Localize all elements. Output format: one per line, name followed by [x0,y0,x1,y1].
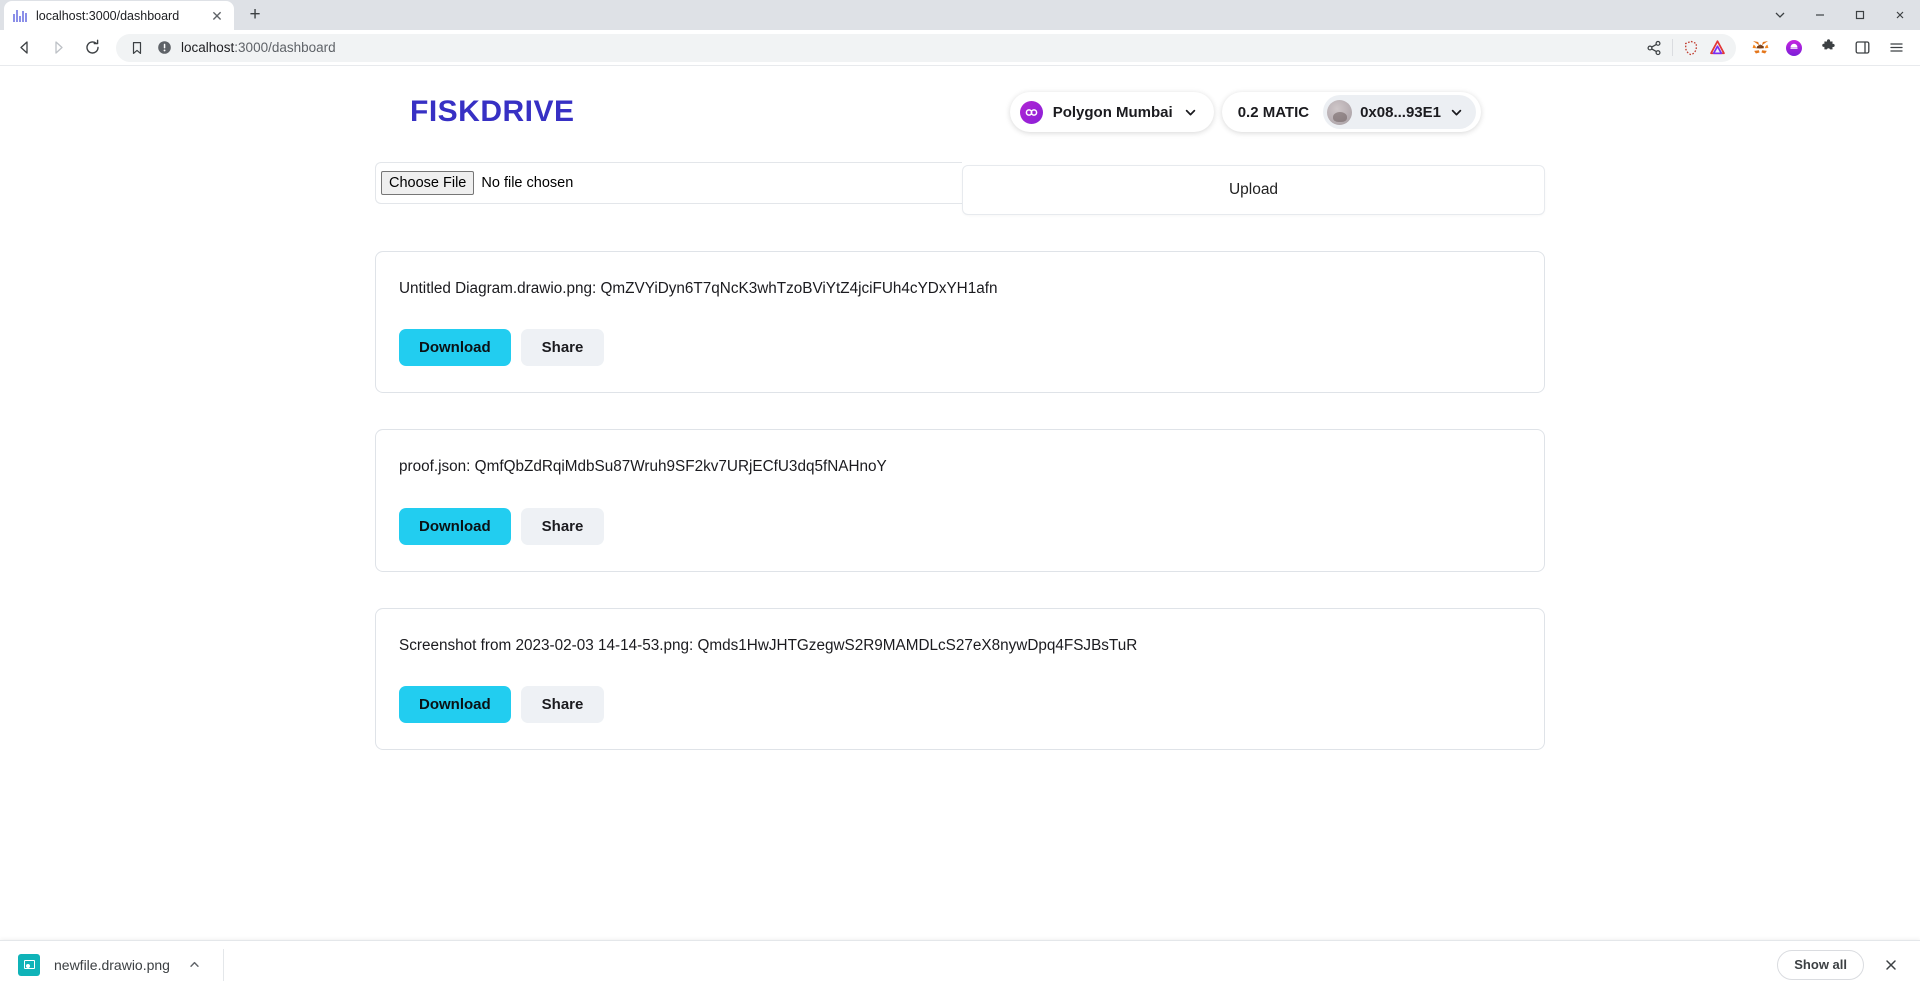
browser-tab[interactable]: localhost:3000/dashboard ✕ [4,1,234,30]
back-arrow-icon[interactable] [8,32,40,64]
file-card-title: Screenshot from 2023-02-03 14-14-53.png:… [399,636,1138,654]
tab-search-button[interactable] [1760,0,1800,30]
network-selector[interactable]: Polygon Mumbai [1009,92,1214,132]
choose-file-button[interactable]: Choose File [381,170,475,196]
omnibox-path: :3000/dashboard [234,40,336,55]
share-button[interactable]: Share [520,329,605,367]
chevron-down-icon [1183,105,1198,120]
wallet-address: 0x08...93E1 [1360,103,1441,121]
omnibox-host: localhost [181,40,235,55]
download-item[interactable]: newfile.drawio.png [18,953,223,976]
reload-icon[interactable] [76,32,108,64]
show-all-button[interactable]: Show all [1777,949,1864,980]
file-card-actions: Download Share [399,329,1521,367]
file-input[interactable]: Choose File No file chosen [375,162,962,204]
tab-title: localhost:3000/dashboard [36,8,180,23]
shelf-actions: Show all [1777,949,1902,980]
share-button[interactable]: Share [520,686,605,724]
file-card-actions: Download Share [399,686,1521,724]
browser-window: localhost:3000/dashboard ✕ + localhost:3… [0,0,1920,988]
window-controls [1760,0,1920,30]
download-button[interactable]: Download [399,686,511,724]
app-header: FISKDRIVE Polygon Mumbai 0.2 MATIC 0x08.… [0,66,1920,138]
file-card-actions: Download Share [399,507,1521,545]
page-viewport: FISKDRIVE Polygon Mumbai 0.2 MATIC 0x08.… [0,66,1920,988]
polygon-network-icon [1019,100,1043,124]
file-card: proof.json: QmfQbZdRqiMdbSu87Wruh9SF2kv7… [375,429,1545,572]
puzzle-piece-icon[interactable] [1812,32,1844,64]
metamask-fox-icon[interactable] [1744,32,1776,64]
download-file-name: newfile.drawio.png [54,956,170,973]
file-card-title: Untitled Diagram.drawio.png: QmZVYiDyn6T… [399,280,998,297]
purple-extension-icon[interactable] [1778,32,1810,64]
divider [222,948,224,981]
maximize-button[interactable] [1840,0,1880,30]
address-bar[interactable]: localhost:3000/dashboard [116,33,1736,62]
image-file-icon [18,953,40,976]
app-logo[interactable]: FISKDRIVE [410,95,575,129]
close-icon[interactable] [1880,954,1902,976]
upload-row: Choose File No file chosen Upload [375,162,1545,215]
wallet-balance: 0.2 MATIC [1237,103,1310,121]
account-address-button[interactable]: 0x08...93E1 [1323,95,1476,129]
hamburger-menu-icon[interactable] [1880,32,1912,64]
bookmark-icon[interactable] [126,37,148,59]
tracking-protection-shield-icon[interactable] [1683,40,1699,56]
new-tab-button[interactable]: + [240,1,270,29]
not-secure-info-icon[interactable] [157,40,172,55]
tab-strip: localhost:3000/dashboard ✕ + [0,0,1920,30]
omnibox-actions [1646,39,1726,56]
network-label: Polygon Mumbai [1052,103,1173,121]
download-button[interactable]: Download [399,507,511,545]
file-input-status: No file chosen [481,175,574,191]
file-card-title: proof.json: QmfQbZdRqiMdbSu87Wruh9SF2kv7… [399,458,887,476]
share-icon[interactable] [1646,40,1662,56]
bars-favicon [12,8,28,24]
minimize-button[interactable] [1800,0,1840,30]
close-icon[interactable]: ✕ [208,7,226,25]
browser-toolbar: localhost:3000/dashboard [0,30,1920,66]
divider [1672,39,1673,56]
forward-arrow-icon [42,32,74,64]
account-avatar-icon [1327,99,1353,125]
file-card: Screenshot from 2023-02-03 14-14-53.png:… [375,607,1545,751]
main-content: Choose File No file chosen Upload Untitl… [0,162,1920,751]
wallet-zone: Polygon Mumbai 0.2 MATIC 0x08...93E1 [1009,92,1481,132]
upload-button[interactable]: Upload [962,165,1545,215]
download-button[interactable]: Download [399,329,511,367]
chevron-down-icon [1449,105,1464,120]
account-chip: 0.2 MATIC 0x08...93E1 [1221,92,1481,132]
window-close-button[interactable] [1880,0,1920,30]
chevron-up-icon[interactable] [188,958,201,971]
sidebar-panel-icon[interactable] [1846,32,1878,64]
file-card: Untitled Diagram.drawio.png: QmZVYiDyn6T… [375,251,1545,394]
omnibox-url: localhost:3000/dashboard [181,40,336,55]
triangle-extension-icon[interactable] [1709,39,1726,56]
download-shelf: newfile.drawio.png Show all [0,940,1920,988]
share-button[interactable]: Share [520,507,605,545]
